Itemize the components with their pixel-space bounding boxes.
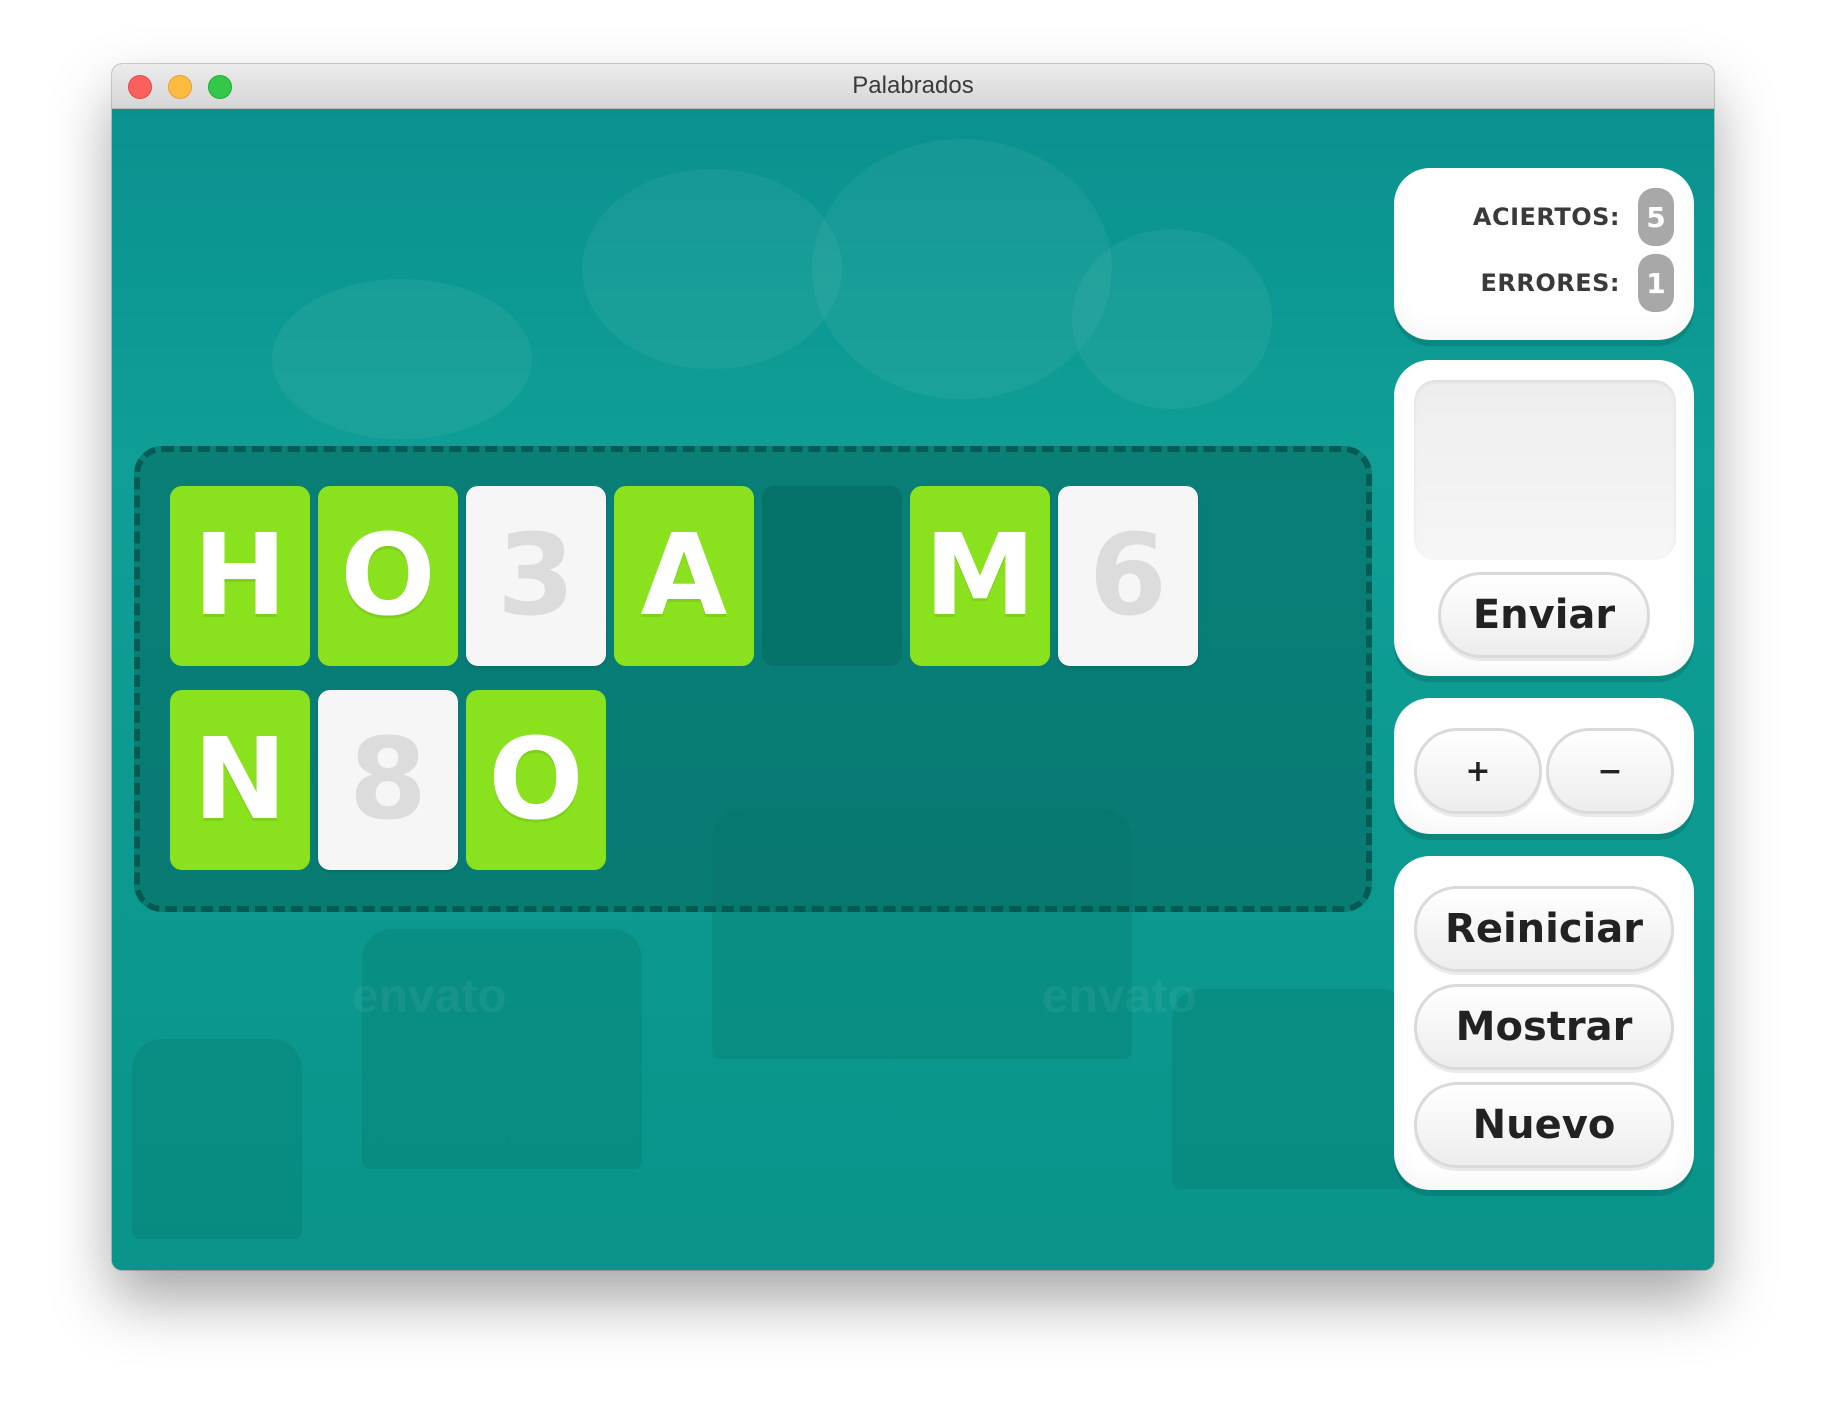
letter-tile[interactable]: 6: [1058, 486, 1198, 666]
zoom-out-button[interactable]: −: [1546, 728, 1674, 814]
background-rock: [362, 929, 642, 1169]
letter-tile[interactable]: 8: [318, 690, 458, 870]
errors-label: ERRORES:: [1480, 269, 1620, 297]
background-cloud: [1072, 229, 1272, 409]
errors-row: ERRORES: 1: [1480, 254, 1674, 312]
background-watermark: envato: [352, 970, 507, 1023]
background-watermark: envato: [1042, 970, 1197, 1023]
game-area: envato envato H O 3 A M 6 N 8 O ACIERTOS…: [112, 109, 1714, 1270]
answer-panel: Enviar: [1394, 360, 1694, 676]
hits-label: ACIERTOS:: [1472, 203, 1620, 231]
empty-slot[interactable]: [762, 486, 902, 666]
background-cloud: [272, 279, 532, 439]
new-button[interactable]: Nuevo: [1414, 1082, 1674, 1168]
hits-count-badge: 5: [1638, 188, 1674, 246]
letter-tile[interactable]: N: [170, 690, 310, 870]
title-bar: Palabrados: [112, 64, 1714, 109]
zoom-in-button[interactable]: +: [1414, 728, 1542, 814]
show-button[interactable]: Mostrar: [1414, 984, 1674, 1070]
send-button[interactable]: Enviar: [1438, 572, 1650, 658]
letter-tile[interactable]: M: [910, 486, 1050, 666]
background-rock: [1172, 989, 1412, 1189]
word-board: H O 3 A M 6 N 8 O: [134, 446, 1372, 912]
letter-tile[interactable]: H: [170, 486, 310, 666]
letter-tile[interactable]: 3: [466, 486, 606, 666]
background-cloud: [582, 169, 842, 369]
app-window: Palabrados envato envato H O 3 A M 6 N 8…: [112, 64, 1714, 1270]
letter-tile[interactable]: A: [614, 486, 754, 666]
answer-input[interactable]: [1414, 380, 1676, 560]
background-rock: [132, 1039, 302, 1239]
window-title: Palabrados: [852, 72, 974, 99]
zoom-panel: + −: [1394, 698, 1694, 834]
letter-tile[interactable]: O: [466, 690, 606, 870]
actions-panel: Reiniciar Mostrar Nuevo: [1394, 856, 1694, 1190]
errors-count-badge: 1: [1638, 254, 1674, 312]
background-cloud: [812, 139, 1112, 399]
hits-row: ACIERTOS: 5: [1473, 188, 1674, 246]
score-panel: ACIERTOS: 5 ERRORES: 1: [1394, 168, 1694, 340]
restart-button[interactable]: Reiniciar: [1414, 886, 1674, 972]
letter-tile[interactable]: O: [318, 486, 458, 666]
